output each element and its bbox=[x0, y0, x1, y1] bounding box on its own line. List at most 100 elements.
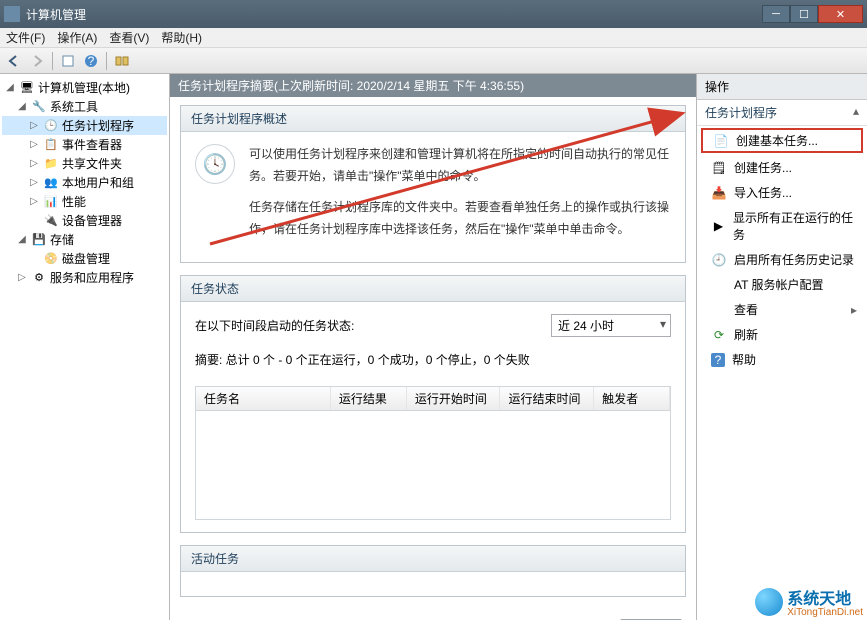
tree-label: 本地用户和组 bbox=[62, 174, 134, 191]
tree-task-scheduler[interactable]: ▷ 🕒 任务计划程序 bbox=[2, 116, 167, 135]
refresh-icon: ⟳ bbox=[711, 327, 727, 343]
watermark-url: XiTongTianDi.net bbox=[787, 607, 863, 618]
action-refresh[interactable]: ⟳ 刷新 bbox=[697, 322, 867, 347]
tools-icon: 🔧 bbox=[31, 99, 47, 115]
tree-pane: ◢ 🖥 计算机管理(本地) ◢ 🔧 系统工具 ▷ 🕒 任务计划程序 ▷ 📋 事件… bbox=[0, 74, 170, 620]
maximize-button[interactable]: ☐ bbox=[790, 5, 818, 23]
collapse-arrow-icon[interactable]: ▴ bbox=[853, 104, 859, 118]
col-start[interactable]: 运行开始时间 bbox=[407, 387, 501, 410]
task-table: 任务名 运行结果 运行开始时间 运行结束时间 触发者 bbox=[195, 386, 671, 520]
overview-p1: 可以使用任务计划程序来创建和管理计算机将在所指定的时间自动执行的常见任务。若要开… bbox=[249, 144, 671, 187]
action-help[interactable]: ? 帮助 bbox=[697, 347, 867, 372]
blank-icon bbox=[711, 302, 727, 318]
performance-icon: 📊 bbox=[43, 194, 59, 210]
expand-icon[interactable]: ▷ bbox=[28, 139, 40, 150]
import-icon: 📥 bbox=[711, 185, 727, 201]
tree-device-manager[interactable]: 🔌 设备管理器 bbox=[2, 211, 167, 230]
tree-label: 共享文件夹 bbox=[62, 155, 122, 172]
event-icon: 📋 bbox=[43, 137, 59, 153]
properties-icon[interactable] bbox=[58, 51, 78, 71]
tree-storage[interactable]: ◢ 💾 存储 bbox=[2, 230, 167, 249]
overview-heading: 任务计划程序概述 bbox=[181, 106, 685, 132]
computer-icon: 🖥 bbox=[19, 80, 35, 96]
watermark: 系统天地 XiTongTianDi.net bbox=[755, 585, 863, 618]
tree-label: 事件查看器 bbox=[62, 136, 122, 153]
expand-icon[interactable]: ▷ bbox=[16, 272, 28, 283]
tree-label: 服务和应用程序 bbox=[50, 269, 134, 286]
col-result[interactable]: 运行结果 bbox=[331, 387, 407, 410]
tree-performance[interactable]: ▷ 📊 性能 bbox=[2, 192, 167, 211]
tree-disk-management[interactable]: 📀 磁盘管理 bbox=[2, 249, 167, 268]
menu-view[interactable]: 查看(V) bbox=[109, 29, 149, 46]
action-show-running[interactable]: ▶ 显示所有正在运行的任务 bbox=[697, 205, 867, 247]
services-icon: ⚙ bbox=[31, 270, 47, 286]
tree-local-users[interactable]: ▷ 👥 本地用户和组 bbox=[2, 173, 167, 192]
watermark-title: 系统天地 bbox=[787, 585, 863, 609]
toolbar: ? bbox=[0, 48, 867, 74]
select-value: 近 24 小时 bbox=[558, 319, 614, 333]
close-button[interactable]: ✕ bbox=[818, 5, 863, 23]
tree-label: 设备管理器 bbox=[62, 212, 122, 229]
col-end[interactable]: 运行结束时间 bbox=[500, 387, 594, 410]
forward-button[interactable] bbox=[27, 51, 47, 71]
tree-label: 磁盘管理 bbox=[62, 250, 110, 267]
expand-icon[interactable]: ▷ bbox=[28, 177, 40, 188]
actions-pane: 操作 任务计划程序 ▴ 📄 创建基本任务... 🗒 创建任务... 📥 导入任务… bbox=[697, 74, 867, 620]
summary-body: 任务计划程序概述 🕓 可以使用任务计划程序来创建和管理计算机将在所指定的时间自动… bbox=[170, 97, 696, 620]
tree-shared-folders[interactable]: ▷ 📁 共享文件夹 bbox=[2, 154, 167, 173]
active-tasks-panel: 活动任务 bbox=[180, 545, 686, 597]
actions-heading: 操作 bbox=[697, 74, 867, 100]
action-create-task[interactable]: 🗒 创建任务... bbox=[697, 155, 867, 180]
users-icon: 👥 bbox=[43, 175, 59, 191]
clock-icon: 🕒 bbox=[43, 118, 59, 134]
actions-sub-label: 任务计划程序 bbox=[705, 106, 777, 120]
action-enable-history[interactable]: 🕘 启用所有任务历史记录 bbox=[697, 247, 867, 272]
history-icon: 🕘 bbox=[711, 252, 727, 268]
time-range-select[interactable]: 近 24 小时 bbox=[551, 314, 671, 337]
action-label: 查看 bbox=[734, 301, 758, 318]
tree-event-viewer[interactable]: ▷ 📋 事件查看器 bbox=[2, 135, 167, 154]
status-body: 在以下时间段启动的任务状态: 近 24 小时 摘要: 总计 0 个 - 0 个正… bbox=[181, 302, 685, 532]
app-icon bbox=[4, 6, 20, 22]
clock-large-icon: 🕓 bbox=[195, 144, 235, 184]
action-at-service[interactable]: AT 服务帐户配置 bbox=[697, 272, 867, 297]
show-hide-icon[interactable] bbox=[112, 51, 132, 71]
tree-label: 性能 bbox=[62, 193, 86, 210]
back-button[interactable] bbox=[4, 51, 24, 71]
action-view[interactable]: 查看 ▸ bbox=[697, 297, 867, 322]
window-controls: ─ ☐ ✕ bbox=[762, 5, 863, 23]
create-task-icon: 🗒 bbox=[711, 160, 727, 176]
expand-icon[interactable]: ▷ bbox=[28, 196, 40, 207]
summary-header: 任务计划程序摘要(上次刷新时间: 2020/2/14 星期五 下午 4:36:5… bbox=[170, 74, 696, 97]
watermark-text: 系统天地 XiTongTianDi.net bbox=[787, 585, 863, 618]
menu-help[interactable]: 帮助(H) bbox=[161, 29, 202, 46]
help-icon[interactable]: ? bbox=[81, 51, 101, 71]
action-label: 创建任务... bbox=[734, 159, 792, 176]
center-pane: 任务计划程序摘要(上次刷新时间: 2020/2/14 星期五 下午 4:36:5… bbox=[170, 74, 697, 620]
tree-label: 系统工具 bbox=[50, 98, 98, 115]
menu-action[interactable]: 操作(A) bbox=[57, 29, 97, 46]
col-trigger[interactable]: 触发者 bbox=[594, 387, 670, 410]
action-label: AT 服务帐户配置 bbox=[734, 276, 824, 293]
device-icon: 🔌 bbox=[43, 213, 59, 229]
tree-services-apps[interactable]: ▷ ⚙ 服务和应用程序 bbox=[2, 268, 167, 287]
minimize-button[interactable]: ─ bbox=[762, 5, 790, 23]
overview-text: 可以使用任务计划程序来创建和管理计算机将在所指定的时间自动执行的常见任务。若要开… bbox=[249, 144, 671, 250]
action-create-basic-task[interactable]: 📄 创建基本任务... bbox=[701, 128, 863, 153]
status-summary: 摘要: 总计 0 个 - 0 个正在运行，0 个成功，0 个停止，0 个失败 bbox=[195, 351, 671, 368]
expand-icon[interactable]: ▷ bbox=[28, 158, 40, 169]
expand-icon[interactable]: ▷ bbox=[28, 120, 40, 131]
tree-label: 存储 bbox=[50, 231, 74, 248]
collapse-icon[interactable]: ◢ bbox=[4, 82, 16, 93]
action-label: 显示所有正在运行的任务 bbox=[733, 209, 857, 243]
main-area: ◢ 🖥 计算机管理(本地) ◢ 🔧 系统工具 ▷ 🕒 任务计划程序 ▷ 📋 事件… bbox=[0, 74, 867, 620]
tree-system-tools[interactable]: ◢ 🔧 系统工具 bbox=[2, 97, 167, 116]
toolbar-separator bbox=[52, 52, 53, 70]
collapse-icon[interactable]: ◢ bbox=[16, 101, 28, 112]
menu-file[interactable]: 文件(F) bbox=[6, 29, 45, 46]
col-name[interactable]: 任务名 bbox=[196, 387, 331, 410]
action-import-task[interactable]: 📥 导入任务... bbox=[697, 180, 867, 205]
tree-root[interactable]: ◢ 🖥 计算机管理(本地) bbox=[2, 78, 167, 97]
titlebar: 计算机管理 ─ ☐ ✕ bbox=[0, 0, 867, 28]
collapse-icon[interactable]: ◢ bbox=[16, 234, 28, 245]
